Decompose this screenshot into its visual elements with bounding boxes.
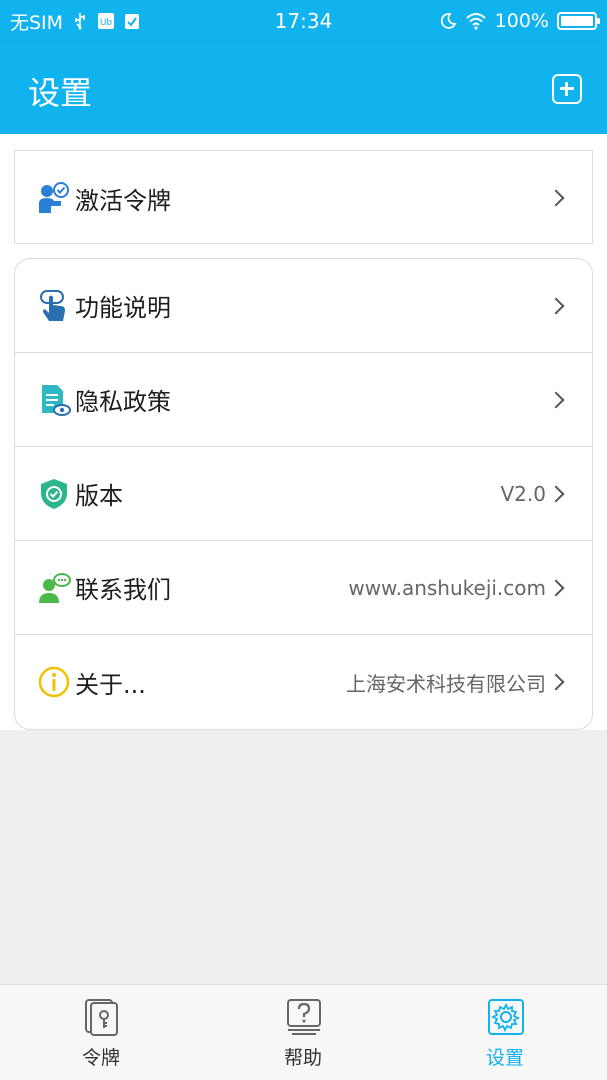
token-card-icon (85, 999, 118, 1036)
clipboard-check-icon (125, 14, 140, 29)
settings-list-card: 功能说明 隐私政策 版本 V2.0 联系我们 www.anshukeji.com… (14, 258, 593, 730)
row-label-contact: 联系我们 (75, 576, 171, 604)
app-header: 设置 (0, 42, 607, 134)
activate-card: 激活令牌 (14, 150, 593, 244)
privacy-row[interactable]: 隐私政策 (15, 353, 592, 447)
wifi-icon (466, 13, 486, 30)
version-row[interactable]: 版本 V2.0 (15, 447, 592, 541)
battery-percent: 100% (494, 10, 549, 32)
gear-icon (488, 999, 524, 1035)
shield-check-icon (41, 478, 67, 509)
tab-label-help: 帮助 (283, 1047, 322, 1069)
row-label-privacy: 隐私政策 (75, 388, 171, 416)
activate-token-icon (39, 182, 69, 213)
row-label-activate: 激活令牌 (75, 186, 171, 215)
features-row[interactable]: 功能说明 (15, 259, 592, 353)
chevron-right-icon (547, 297, 565, 314)
row-label-features: 功能说明 (75, 294, 171, 322)
help-book-icon (287, 999, 321, 1035)
usb-icon (75, 13, 85, 30)
tab-label-token: 令牌 (81, 1047, 120, 1069)
tab-token[interactable]: 令牌 (0, 985, 202, 1080)
do-not-disturb-moon-icon (440, 13, 457, 29)
version-value: V2.0 (500, 481, 547, 506)
status-bar: 无SIM Ub 17:34 100% (0, 0, 607, 42)
carrier-text: 无SIM (10, 11, 64, 34)
tab-settings[interactable]: 设置 (404, 985, 606, 1080)
row-label-version: 版本 (75, 482, 123, 510)
touch-hand-icon (40, 289, 65, 321)
contact-website: www.anshukeji.com (348, 575, 546, 600)
chevron-right-icon (547, 579, 565, 596)
activate-token-row[interactable]: 激活令牌 (15, 151, 592, 245)
document-eye-icon (42, 384, 71, 416)
bottom-tab-bar: 令牌 帮助 设置 (0, 984, 607, 1080)
company-name: 上海安术科技有限公司 (346, 671, 546, 696)
row-label-about: 关于... (75, 670, 146, 699)
chevron-right-icon (547, 391, 565, 408)
about-row[interactable]: 关于... 上海安术科技有限公司 (15, 635, 592, 729)
chevron-right-icon (547, 673, 565, 691)
plus-square-icon[interactable] (552, 74, 582, 104)
usb-debug-icon: Ub (98, 13, 115, 29)
page-title: 设置 (28, 74, 93, 112)
chevron-right-icon (547, 189, 565, 207)
svg-text:Ub: Ub (100, 18, 113, 28)
contact-row[interactable]: 联系我们 www.anshukeji.com (15, 541, 592, 635)
chevron-right-icon (547, 485, 565, 502)
contact-user-icon (39, 572, 71, 603)
battery-icon (557, 12, 600, 30)
info-icon (38, 666, 70, 698)
tab-label-settings: 设置 (485, 1047, 524, 1069)
tab-help[interactable]: 帮助 (202, 985, 404, 1080)
